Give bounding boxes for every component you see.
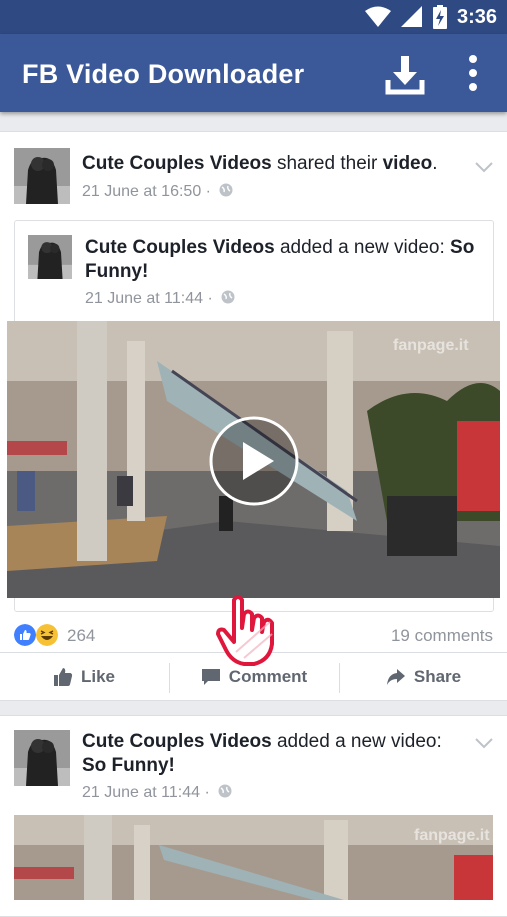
- app-title: FB Video Downloader: [22, 59, 305, 89]
- video-watermark: fanpage.it: [414, 827, 490, 844]
- globe-icon: [221, 290, 235, 304]
- signal-icon: [400, 6, 422, 27]
- shared-timestamp[interactable]: 21 June at 11:44 ·: [85, 290, 213, 307]
- chevron-down-icon[interactable]: [474, 160, 494, 174]
- video-player[interactable]: fanpage.it: [7, 321, 500, 598]
- comments-count[interactable]: 19 comments: [391, 626, 493, 646]
- reaction-count[interactable]: 264: [67, 626, 95, 646]
- post-header: Cute Couples Videos added a new video: S…: [82, 730, 452, 778]
- play-icon[interactable]: [208, 415, 300, 507]
- download-icon[interactable]: [383, 52, 427, 96]
- like-label: Like: [80, 667, 116, 686]
- avatar[interactable]: [14, 148, 70, 204]
- wifi-icon: [364, 6, 391, 27]
- video-title-link[interactable]: So Funny!: [82, 755, 175, 776]
- punctuation: .: [432, 153, 438, 174]
- comment-icon: [201, 669, 220, 685]
- globe-icon: [218, 784, 232, 798]
- post-meta: 21 June at 11:44 ·: [82, 784, 232, 802]
- chevron-down-icon[interactable]: [474, 736, 494, 750]
- app-bar: FB Video Downloader: [0, 34, 507, 112]
- shared-post-header: Cute Couples Videos added a new video: S…: [85, 236, 485, 284]
- status-bar: 3:36: [0, 0, 507, 34]
- post-action-text: added a new video:: [276, 731, 442, 752]
- post-timestamp[interactable]: 21 June at 11:44 ·: [82, 784, 210, 801]
- tap-hand-icon: [216, 595, 274, 666]
- shared-action-text: added a new video:: [279, 237, 445, 258]
- shared-author-link[interactable]: Cute Couples Videos: [85, 237, 275, 258]
- globe-icon: [219, 183, 233, 197]
- post-timestamp[interactable]: 21 June at 16:50 ·: [82, 183, 211, 200]
- video-watermark: fanpage.it: [393, 337, 469, 354]
- haha-reaction-icon: [36, 624, 58, 646]
- shared-avatar[interactable]: [28, 235, 72, 279]
- share-arrow-icon: [386, 669, 405, 685]
- share-label: Share: [413, 667, 462, 686]
- video-player[interactable]: fanpage.it: [14, 815, 493, 900]
- author-link[interactable]: Cute Couples Videos: [82, 731, 272, 752]
- shared-post-meta: 21 June at 11:44 ·: [85, 290, 235, 308]
- video-link[interactable]: video: [383, 153, 433, 174]
- thumbs-up-icon: [53, 668, 73, 686]
- share-button[interactable]: Share: [340, 653, 507, 701]
- battery-charging-icon: [432, 5, 447, 29]
- more-options-icon[interactable]: [463, 54, 483, 94]
- post-action-text: shared their: [276, 153, 378, 174]
- avatar[interactable]: [14, 730, 70, 786]
- status-time: 3:36: [456, 5, 497, 28]
- author-link[interactable]: Cute Couples Videos: [82, 153, 272, 174]
- comment-label: Comment: [228, 667, 308, 686]
- post-meta: 21 June at 16:50 ·: [82, 183, 233, 201]
- post-header: Cute Couples Videos shared their video.: [82, 152, 452, 176]
- like-reaction-icon: [14, 624, 36, 646]
- like-button[interactable]: Like: [0, 653, 168, 701]
